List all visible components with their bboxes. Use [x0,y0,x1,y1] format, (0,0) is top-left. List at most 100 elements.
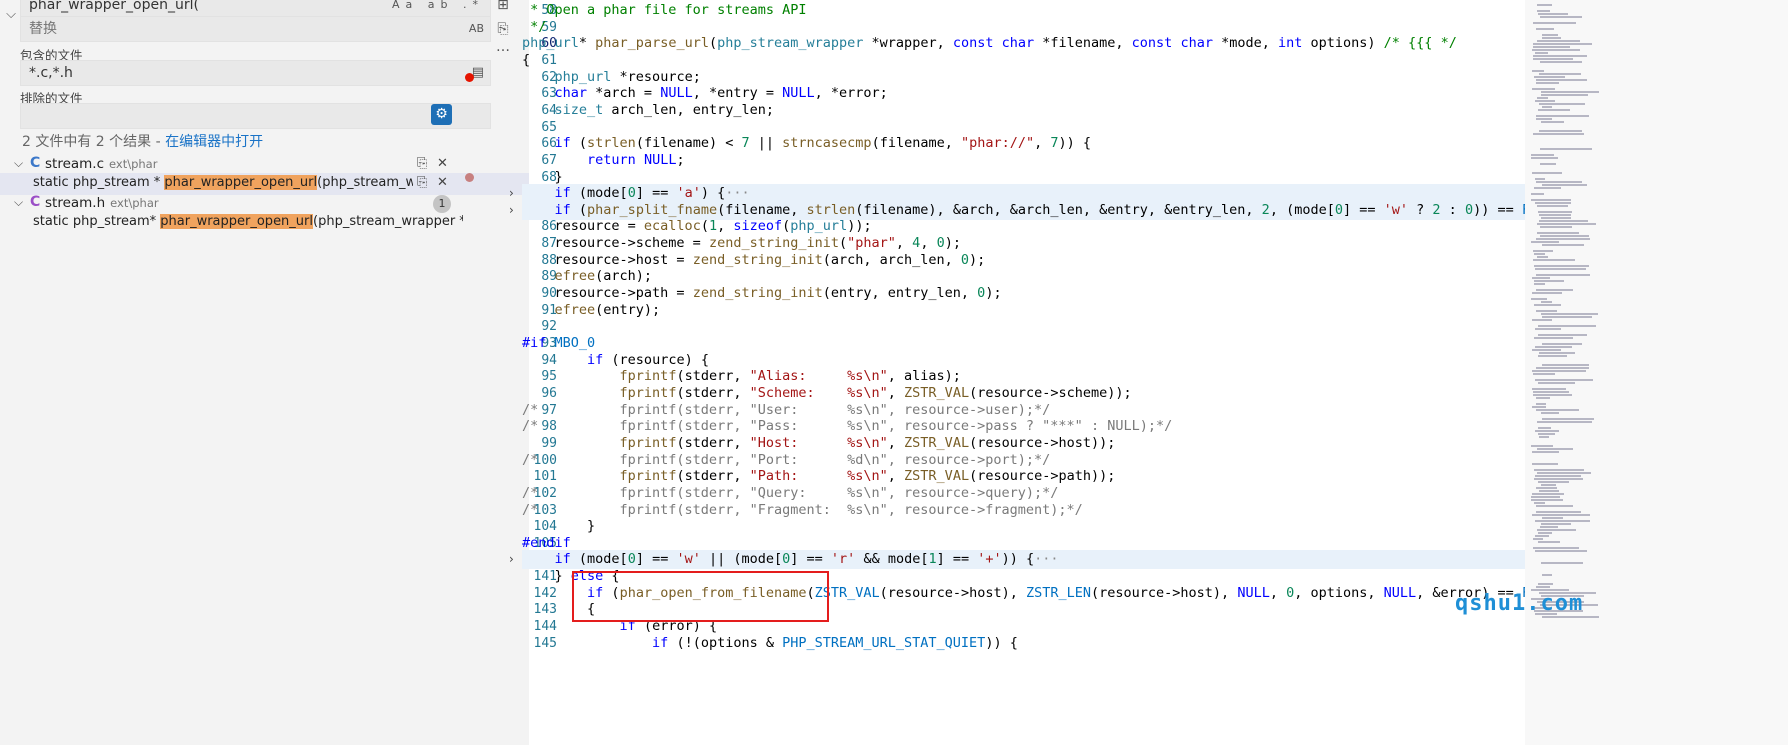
minimap-line [1533,373,1555,375]
minimap-line [1542,244,1584,246]
minimap-line [1542,517,1563,519]
minimap-line [1538,334,1587,336]
minimap-line [1535,379,1593,381]
minimap-line [1542,574,1552,576]
minimap-line [1535,100,1555,102]
minimap-line [1533,250,1553,252]
minimap-line [1536,289,1573,291]
minimap-line [1540,148,1592,150]
minimap-line [1540,16,1582,18]
minimap-line [1537,232,1579,234]
include-files-value: *.c,*.h [29,65,73,81]
minimap-line [1542,418,1594,420]
results-summary-text: 2 文件中有 2 个结果 - [22,134,166,150]
minimap-line [1536,115,1589,117]
minimap-line [1534,265,1589,267]
minimap-line [1537,421,1592,423]
match-highlight: phar_wrapper_open_url [164,175,318,190]
minimap-line [1536,586,1550,588]
minimap-line [1534,76,1565,78]
minimap-line [1537,40,1580,42]
minimap[interactable] [1525,0,1788,745]
dismiss-match-close-icon[interactable]: ✕ [437,175,448,190]
minimap-line [1536,82,1559,84]
use-exclude-settings-icon[interactable]: ⚙ [431,104,452,125]
minimap-line [1539,214,1571,216]
line-gutter[interactable]: 145 [467,634,557,653]
minimap-line [1535,268,1586,270]
minimap-line [1536,274,1590,276]
exclude-files-input[interactable] [20,103,491,129]
result-file-name: stream.c [45,156,105,172]
minimap-line [1535,328,1561,330]
minimap-line [1535,535,1549,537]
minimap-line [1536,505,1573,507]
minimap-line [1531,241,1559,243]
minimap-line [1538,427,1551,429]
replace-input[interactable]: 替换 AB [20,16,491,42]
minimap-line [1536,511,1581,513]
minimap-line [1535,430,1559,432]
match-prefix: static php_stream * [33,175,165,190]
minimap-line [1541,562,1583,564]
minimap-line [1539,220,1588,222]
minimap-line [1536,409,1579,411]
minimap-line [1539,103,1585,105]
minimap-line [1532,406,1546,408]
toggle-replace-chevron-icon[interactable]: ⌵ [2,6,20,24]
minimap-line [1538,481,1569,483]
minimap-line [1542,184,1587,186]
minimap-line [1538,109,1570,111]
minimap-line [1541,484,1556,486]
match-suffix: (php_stream_wrapper *wrapp... [317,175,413,190]
result-count-badge: 1 [433,195,451,213]
include-files-input[interactable]: *.c,*.h ▤ [20,60,491,86]
minimap-line [1542,616,1599,618]
minimap-line [1537,256,1548,258]
minimap-line [1539,130,1582,132]
chevron-down-icon[interactable]: ⌵ [14,195,23,210]
minimap-line [1536,487,1557,489]
minimap-line [1534,502,1545,504]
match-prefix: static php_stream* [33,214,161,229]
minimap-line [1542,343,1582,345]
minimap-line [1533,394,1572,396]
result-file-path: ext\phar [110,196,159,210]
result-match-row[interactable]: static php_stream * phar_wrapper_open_ur… [0,173,529,195]
minimap-line [1531,445,1553,447]
results-summary: 2 文件中有 2 个结果 - 在编辑器中打开 [22,131,263,151]
minimap-line [1531,193,1544,195]
minimap-line [1536,310,1557,312]
minimap-line [1532,451,1559,453]
minimap-line [1532,292,1562,294]
minimap-line [1532,172,1562,174]
result-match-row[interactable]: static php_stream* phar_wrapper_open_url… [0,212,529,234]
breakpoint-icon[interactable] [465,172,474,182]
minimap-line [1536,28,1554,30]
replace-in-file-icon[interactable]: ⎘ [417,156,427,171]
minimap-line [1532,370,1586,372]
minimap-line [1538,541,1560,543]
minimap-line [1537,205,1568,207]
breakpoint-icon[interactable] [465,72,474,82]
minimap-line [1541,412,1559,414]
minimap-line [1541,91,1599,93]
minimap-line [1534,478,1583,480]
minimap-line [1532,70,1544,72]
minimap-line [1542,364,1589,366]
minimap-line [1537,448,1573,450]
chevron-down-icon[interactable]: ⌵ [14,156,23,171]
minimap-line [1541,94,1588,96]
minimap-line [1532,349,1561,351]
minimap-line [1538,211,1572,213]
code-line[interactable]: if (!(options & PHP_STREAM_URL_STAT_QUIE… [522,634,1672,653]
open-in-editor-link[interactable]: 在编辑器中打开 [165,134,263,150]
replace-match-icon[interactable]: ⎘ [417,175,427,190]
minimap-line [1533,58,1573,60]
minimap-line [1531,199,1571,201]
watermark: qshu1.com [1455,591,1584,616]
minimap-line [1539,436,1549,438]
dismiss-file-close-icon[interactable]: ✕ [437,156,448,171]
minimap-line [1539,352,1575,354]
minimap-line [1535,550,1587,552]
